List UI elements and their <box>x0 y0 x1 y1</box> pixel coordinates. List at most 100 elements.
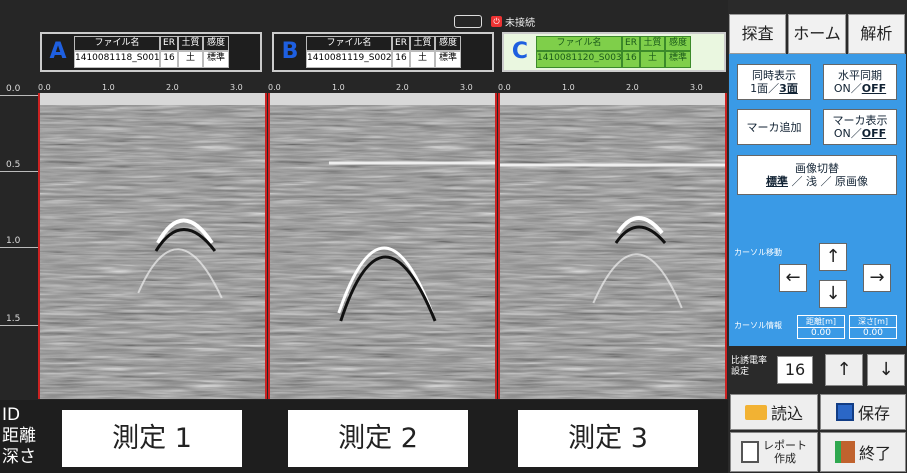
sync-display-line1: 同時表示 <box>752 69 796 82</box>
permittivity-label-line1: 比誘電率 <box>731 356 768 366</box>
cursor-down-button[interactable]: ↓ <box>819 280 847 308</box>
cursor-left-button[interactable]: ← <box>779 264 807 292</box>
x-tick: 2.0 <box>626 83 639 92</box>
header-soil: 土質 <box>640 36 665 51</box>
id-label: ID <box>2 405 21 425</box>
sync-display-button[interactable]: 同時表示 1面／3面 <box>737 64 811 100</box>
radar-image <box>500 93 725 399</box>
x-tick: 2.0 <box>396 83 409 92</box>
file-sensitivity: 標準 <box>203 51 229 68</box>
file-name: 1410081118_S001 <box>74 51 160 68</box>
x-tick: 0.0 <box>268 83 281 92</box>
folder-icon <box>744 404 767 420</box>
header-filename: ファイル名 <box>74 36 160 51</box>
file-letter: B <box>281 39 299 64</box>
tab-analysis[interactable]: 解析 <box>847 14 905 54</box>
cursor-right-button[interactable]: → <box>863 264 891 292</box>
battery-icon <box>454 15 482 28</box>
file-soil: 土 <box>178 51 203 68</box>
add-marker-label: マーカ追加 <box>746 120 802 134</box>
tab-explore[interactable]: 探査 <box>729 14 787 54</box>
depth-tick: 1.0 <box>6 236 21 246</box>
floppy-icon <box>835 403 854 421</box>
measurement-2-button[interactable]: 測定 2 <box>288 410 468 467</box>
x-tick: 1.0 <box>332 83 345 92</box>
depth-gridline <box>0 247 38 248</box>
cursor-up-button[interactable]: ↑ <box>819 243 847 271</box>
file-soil: 土 <box>640 51 665 68</box>
main-tabs: 探査 ホーム 解析 <box>729 14 905 54</box>
permittivity-value[interactable]: 16 <box>777 356 813 384</box>
depth-gridline <box>0 325 38 326</box>
permittivity-down-button[interactable]: ↓ <box>867 354 905 386</box>
file-table: ファイル名 ER 土質 感度 1410081120_S003 16 土 標準 <box>536 36 691 68</box>
permittivity-label-line2: 設定 <box>731 367 750 377</box>
sync-display-line2b: 3面 <box>779 82 798 95</box>
connection-text: 未接続 <box>505 18 535 29</box>
depth-tick: 0.0 <box>6 84 21 94</box>
scan-panel-a[interactable] <box>38 93 267 399</box>
header-filename: ファイル名 <box>306 36 392 51</box>
file-er: 16 <box>160 51 178 68</box>
cursor-move-label: カーソル移動 <box>734 248 782 257</box>
radar-image <box>40 93 265 399</box>
file-info-b[interactable]: B ファイル名 ER 土質 感度 1410081119_S002 16 土 標準 <box>272 32 494 72</box>
image-switch-line1: 画像切替 <box>795 162 839 175</box>
power-icon: ⏻ <box>491 16 502 27</box>
measurement-1-button[interactable]: 測定 1 <box>62 410 242 467</box>
image-switch-button[interactable]: 画像切替 標準 ／ 浅 ／ 原画像 <box>737 155 897 195</box>
clipboard-icon <box>741 441 759 463</box>
depth-gridline <box>0 171 38 172</box>
exit-button[interactable]: 終了 <box>820 432 906 472</box>
depth-header: 深さ[m] <box>850 316 896 328</box>
x-axis-b: 0.0 1.0 2.0 3.0 <box>268 83 497 93</box>
connection-status: ⏻ 未接続 <box>491 14 535 29</box>
file-sensitivity: 標準 <box>435 51 461 68</box>
file-info-a[interactable]: A ファイル名 ER 土質 感度 1410081118_S001 16 土 標準 <box>40 32 262 72</box>
file-name: 1410081120_S003 <box>536 51 622 68</box>
header-er: ER <box>392 36 410 51</box>
distance-header: 距離[m] <box>798 316 844 328</box>
save-button[interactable]: 保存 <box>820 394 906 430</box>
distance-value: 0.00 <box>810 328 832 338</box>
file-sensitivity: 標準 <box>665 51 691 68</box>
header-er: ER <box>160 36 178 51</box>
header-sensitivity: 感度 <box>435 36 461 51</box>
add-marker-button[interactable]: マーカ追加 <box>737 109 811 145</box>
scan-panel-c[interactable] <box>498 93 727 399</box>
header-soil: 土質 <box>178 36 203 51</box>
horizontal-sync-button[interactable]: 水平同期 ON／OFF <box>823 64 897 100</box>
hsync-line2a: ON／ <box>833 82 862 95</box>
file-letter: A <box>49 39 67 64</box>
file-info-c[interactable]: C ファイル名 ER 土質 感度 1410081120_S003 16 土 標準 <box>502 32 726 72</box>
permittivity-up-button[interactable]: ↑ <box>825 354 863 386</box>
x-axis-a: 0.0 1.0 2.0 3.0 <box>38 83 267 93</box>
header-er: ER <box>622 36 640 51</box>
depth-tick: 1.5 <box>6 314 21 324</box>
x-tick: 2.0 <box>166 83 179 92</box>
x-tick: 0.0 <box>498 83 511 92</box>
x-tick: 3.0 <box>230 83 243 92</box>
file-table: ファイル名 ER 土質 感度 1410081119_S002 16 土 標準 <box>306 36 461 68</box>
x-tick: 0.0 <box>38 83 51 92</box>
permittivity-setting: 比誘電率 設定 16 ↑ ↓ <box>729 350 906 390</box>
depth-gridline <box>0 95 38 96</box>
file-soil: 土 <box>410 51 435 68</box>
report-button[interactable]: レポート 作成 <box>730 432 818 472</box>
scan-panel-b[interactable] <box>268 93 497 399</box>
marker-display-line1: マーカ表示 <box>832 114 888 127</box>
tab-home[interactable]: ホーム <box>788 14 846 54</box>
save-label: 保存 <box>857 404 890 423</box>
load-label: 読込 <box>770 404 803 423</box>
cursor-depth: 深さ[m] 0.00 <box>849 315 897 339</box>
report-label-line2: 作成 <box>774 452 796 465</box>
marker-display-button[interactable]: マーカ表示 ON／OFF <box>823 109 897 145</box>
header-sensitivity: 感度 <box>665 36 691 51</box>
depth-label: 深さ <box>2 447 36 467</box>
exit-label: 終了 <box>858 444 891 463</box>
permittivity-label: 比誘電率 設定 <box>731 356 767 378</box>
load-button[interactable]: 読込 <box>730 394 818 430</box>
distance-label: 距離 <box>2 426 36 446</box>
measurement-3-button[interactable]: 測定 3 <box>518 410 698 467</box>
exit-icon <box>834 441 855 463</box>
